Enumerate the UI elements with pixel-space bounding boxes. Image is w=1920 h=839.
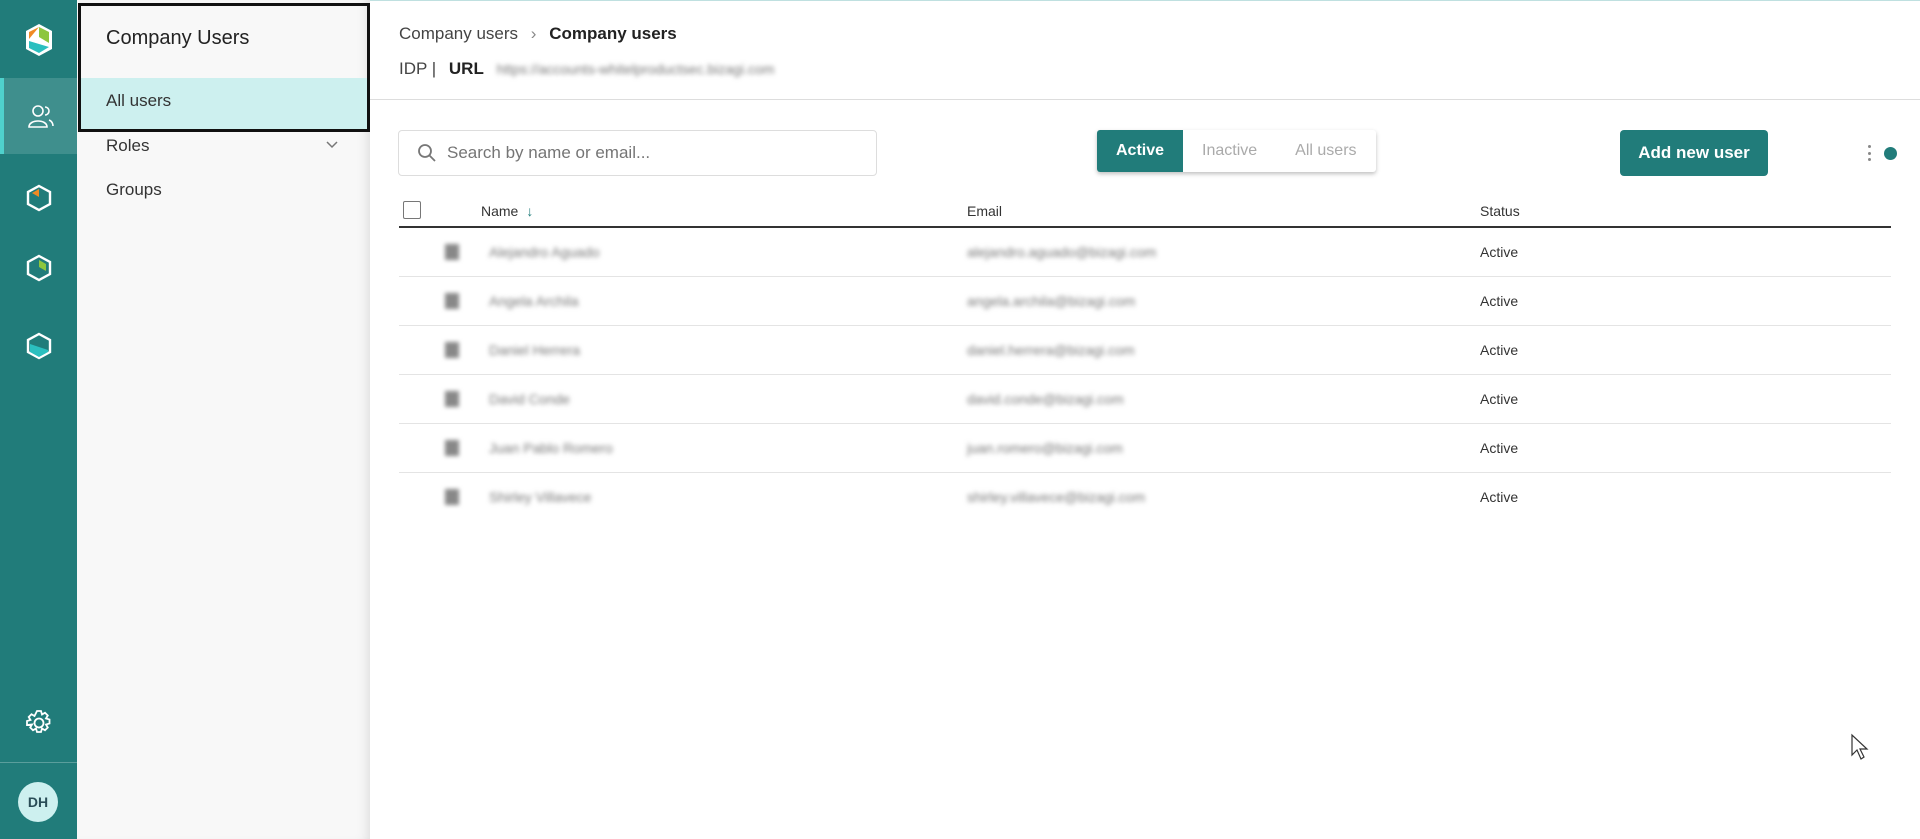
user-name[interactable]: Shirley Villavece	[489, 489, 591, 505]
url-value: https://accounts-whitelproductsec.bizagi…	[496, 61, 775, 77]
filter-active[interactable]: Active	[1097, 130, 1184, 172]
user-status: Active	[1480, 293, 1519, 309]
user-status: Active	[1480, 489, 1519, 505]
search-icon	[418, 144, 436, 162]
user-status: Active	[1480, 440, 1519, 456]
product-b-icon[interactable]	[0, 248, 77, 288]
avatar[interactable]: DH	[18, 782, 58, 822]
search-box[interactable]	[398, 130, 877, 176]
main-content: Company users › Company users IDP | URL …	[370, 0, 1920, 839]
user-name[interactable]: Juan Pablo Romero	[489, 440, 613, 456]
table-row[interactable]: Angela Archila angela.archila@bizagi.com…	[399, 277, 1891, 326]
user-name[interactable]: Angela Archila	[489, 293, 579, 309]
idp-label: IDP |	[399, 59, 437, 78]
gear-icon[interactable]	[0, 703, 77, 743]
status-dot-icon	[1884, 147, 1897, 160]
column-name[interactable]: Name ↓	[481, 203, 533, 219]
user-name[interactable]: Daniel Herrera	[489, 342, 580, 358]
table-row[interactable]: Juan Pablo Romero juan.romero@bizagi.com…	[399, 424, 1891, 473]
user-status: Active	[1480, 244, 1519, 260]
user-email: daniel.herrera@bizagi.com	[967, 342, 1135, 358]
column-email[interactable]: Email	[967, 203, 1002, 219]
status-filter: Active Inactive All users	[1097, 130, 1376, 172]
sort-arrow-down-icon[interactable]: ↓	[526, 203, 533, 219]
idp-info: IDP | URL https://accounts-whitelproduct…	[399, 59, 774, 79]
user-status: Active	[1480, 391, 1519, 407]
user-name[interactable]: Alejandro Aguado	[489, 244, 600, 260]
user-email: david.conde@bizagi.com	[967, 391, 1124, 407]
user-name[interactable]: David Conde	[489, 391, 570, 407]
users-table: Name ↓ Email Status Alejandro Aguado alej…	[399, 197, 1891, 522]
user-avatar	[445, 293, 459, 309]
breadcrumb: Company users › Company users	[399, 24, 677, 44]
sidebar-item-groups[interactable]: Groups	[106, 180, 162, 200]
highlight-frame	[78, 3, 370, 132]
user-avatar	[445, 244, 459, 260]
search-input[interactable]	[447, 143, 847, 163]
table-row[interactable]: David Conde david.conde@bizagi.com Activ…	[399, 375, 1891, 424]
app-logo-icon[interactable]	[0, 18, 77, 62]
product-c-icon[interactable]	[0, 326, 77, 366]
filter-all-users[interactable]: All users	[1276, 130, 1375, 172]
sidebar: Company Users All users Roles Groups	[77, 0, 370, 839]
user-avatar	[445, 342, 459, 358]
column-name-label: Name	[481, 203, 519, 219]
chevron-down-icon[interactable]	[325, 140, 339, 150]
filter-inactive[interactable]: Inactive	[1183, 130, 1276, 172]
table-row[interactable]: Daniel Herrera daniel.herrera@bizagi.com…	[399, 326, 1891, 375]
breadcrumb-current: Company users	[549, 24, 677, 43]
sidebar-item-roles[interactable]: Roles	[106, 136, 149, 156]
select-all-checkbox[interactable]	[403, 201, 421, 219]
more-options-icon[interactable]	[1868, 145, 1872, 161]
user-email: shirley.villavece@bizagi.com	[967, 489, 1146, 505]
mouse-cursor-icon	[1851, 733, 1869, 760]
rail-divider	[0, 762, 77, 763]
product-a-icon[interactable]	[0, 178, 77, 218]
table-row[interactable]: Shirley Villavece shirley.villavece@biza…	[399, 473, 1891, 522]
user-avatar	[445, 489, 459, 505]
user-status: Active	[1480, 342, 1519, 358]
header-divider	[370, 99, 1920, 100]
column-status[interactable]: Status	[1480, 203, 1520, 219]
table-header: Name ↓ Email Status	[399, 197, 1891, 228]
users-icon	[27, 105, 54, 128]
table-row[interactable]: Alejandro Aguado alejandro.aguado@bizagi…	[399, 228, 1891, 277]
url-label: URL	[448, 59, 484, 78]
breadcrumb-parent[interactable]: Company users	[399, 24, 518, 43]
app-rail: DH	[0, 0, 77, 839]
user-email: juan.romero@bizagi.com	[967, 440, 1123, 456]
rail-item-users[interactable]	[0, 78, 77, 154]
user-email: alejandro.aguado@bizagi.com	[967, 244, 1157, 260]
user-email: angela.archila@bizagi.com	[967, 293, 1136, 309]
user-avatar	[445, 391, 459, 407]
user-avatar	[445, 440, 459, 456]
chevron-right-icon: ›	[530, 24, 537, 43]
add-new-user-button[interactable]: Add new user	[1620, 130, 1768, 176]
